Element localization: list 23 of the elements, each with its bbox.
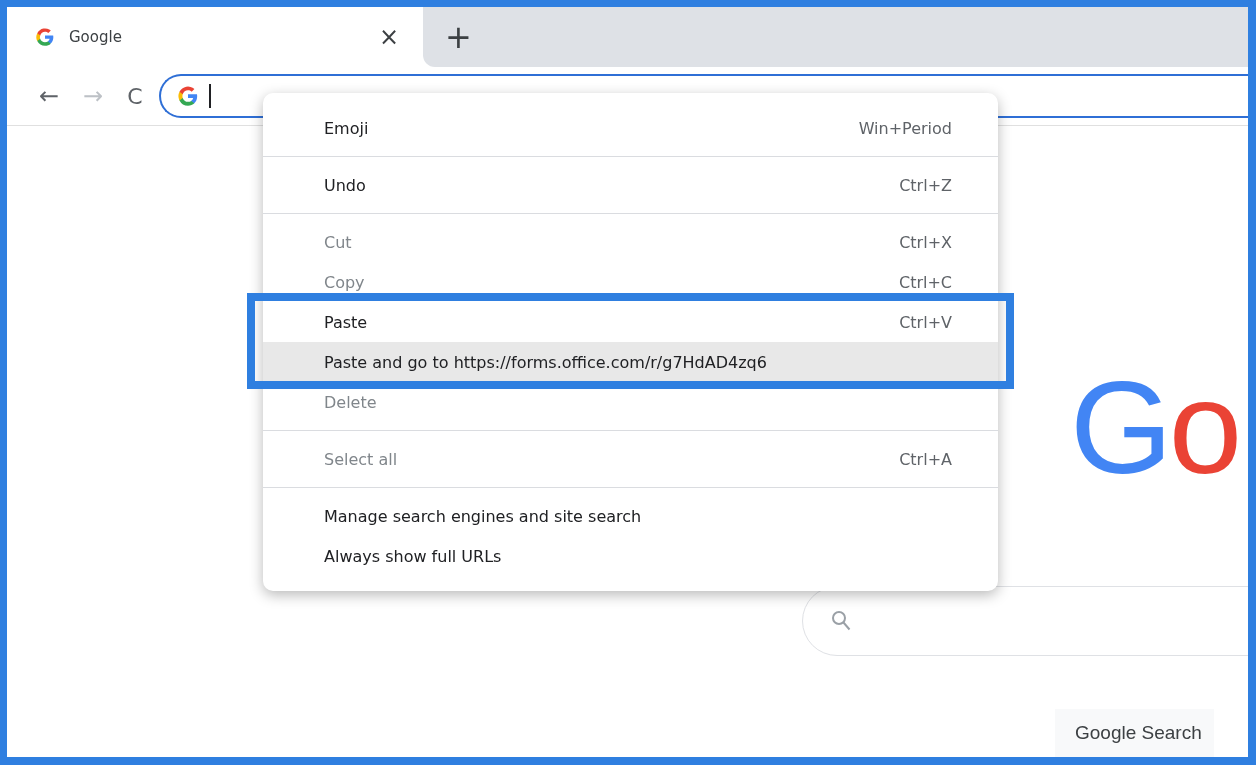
new-tab-button[interactable]: + [445,21,472,53]
google-logo: Go [1070,362,1239,494]
menu-item[interactable]: Always show full URLs [263,536,998,576]
shortcut-label: Ctrl+V [899,312,952,332]
close-tab-button[interactable]: × [378,23,399,51]
menu-item[interactable]: Manage search engines and site search [263,496,998,536]
text-cursor [209,84,211,108]
menu-item[interactable]: Emoji Win+Period [263,108,998,148]
back-button[interactable]: ← [27,82,71,110]
tab-title: Google [69,28,123,46]
shortcut-label: Ctrl+Z [899,175,952,195]
menu-item[interactable]: Paste and go to https://forms.office.com/r/g7HdAD4zq6 [263,342,998,382]
shortcut-label: Win+Period [858,118,952,138]
google-g-icon [35,27,55,47]
search-icon [831,610,851,632]
shortcut-label: Ctrl+A [899,449,952,469]
reload-button[interactable]: C [115,83,155,109]
menu-item[interactable]: Undo Ctrl+Z [263,165,998,205]
google-g-icon [177,85,199,107]
shortcut-label: Ctrl+X [899,232,952,252]
google-search-button[interactable]: Google Search [1055,709,1214,757]
shortcut-label: Ctrl+C [898,272,952,292]
menu-item[interactable]: Paste Ctrl+V [263,302,998,342]
